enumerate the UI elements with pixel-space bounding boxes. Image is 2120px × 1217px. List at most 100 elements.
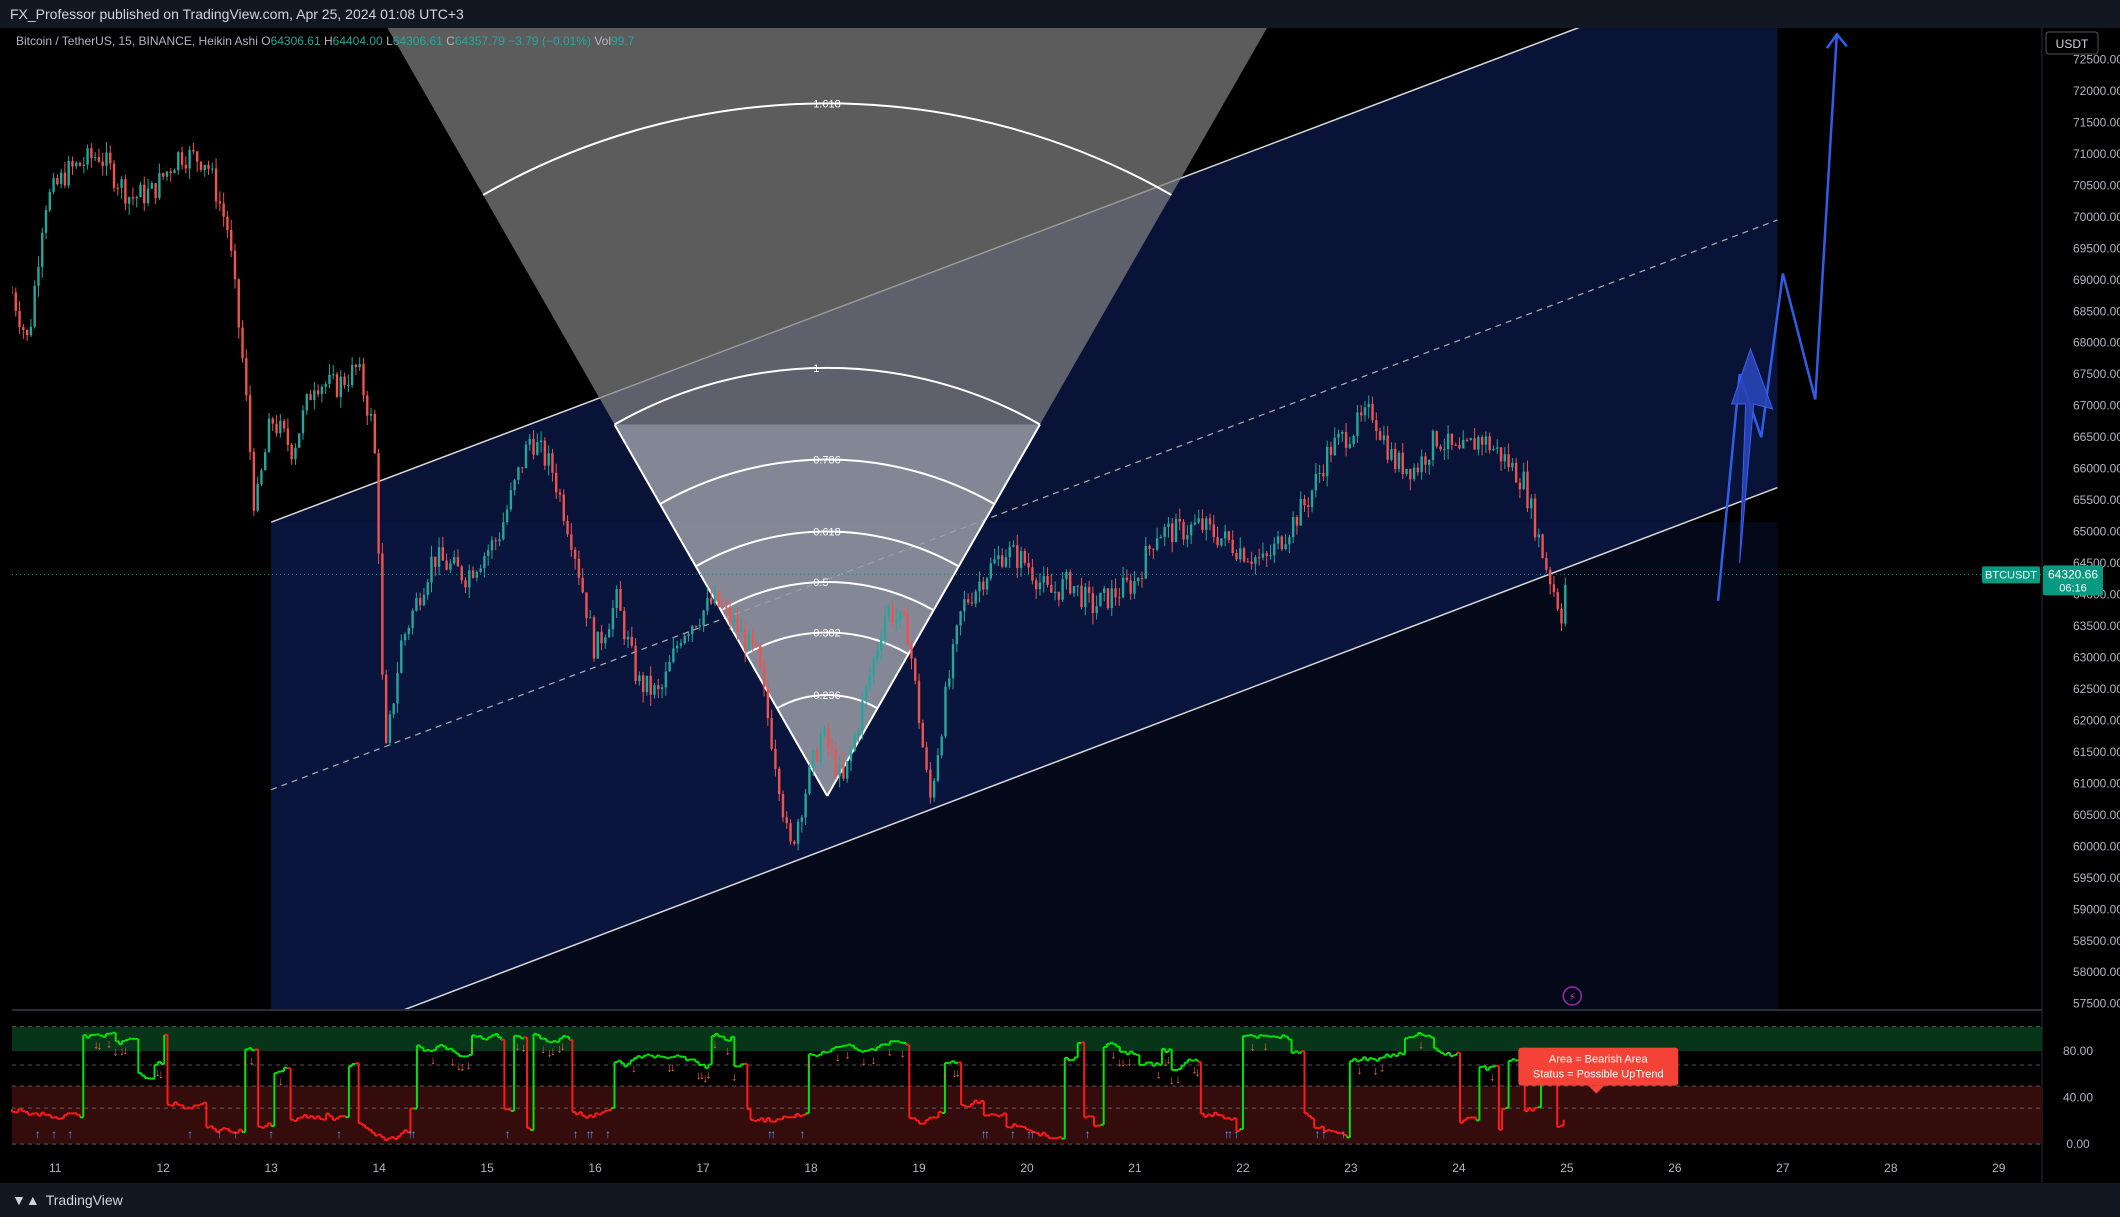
candle-body (1288, 537, 1291, 545)
candle-body (830, 747, 834, 750)
candle-body (1492, 448, 1495, 451)
rsi-sell-arrow-icon: ↓ (845, 1048, 851, 1062)
rsi-sell-arrow-icon: ↓ (731, 1069, 737, 1083)
candle-body (1484, 436, 1488, 445)
candle-body (513, 479, 516, 491)
candle-body (887, 606, 890, 617)
candle-body (505, 509, 509, 523)
price-axis-bg (2042, 28, 2120, 1010)
rsi-sell-arrow-icon: ↓ (955, 1065, 961, 1079)
candle-body (241, 327, 244, 359)
rsi-buy-arrow-icon: ↑ (67, 1127, 73, 1141)
price-tick-label: 61000.00 (2073, 776, 2120, 790)
candle-body (936, 755, 940, 781)
rsi-pane[interactable]: ↑ ↑ ↑↓↓ ↓↓ ↓↓↓↓↑ ↑ ↑↓ ↓↑↓↑ ↑↑↓ ↓ ↓↓ ↓↓↑↓ ↓ ↓ ↓↓ ↓↓↑ ↑↑ ↑↓… (11, 1026, 2093, 1152)
candle-body (1034, 580, 1038, 590)
candle-body (1537, 534, 1541, 538)
candle-body (282, 420, 286, 429)
candle-body (759, 645, 762, 668)
rsi-sell-arrow-icon: ↓ (900, 1046, 906, 1060)
candle-body (713, 591, 717, 604)
candle-body (33, 285, 36, 327)
rsi-sell-arrow-icon: ↓ (670, 1060, 676, 1074)
price-pane[interactable]: 0.236 0.382 0.5 0.618 0.786 1 1.618 ⚡ (11, 0, 2078, 1064)
rsi-buy-arrow-icon: ↑ (187, 1127, 193, 1141)
candle-body (388, 714, 392, 743)
time-tick-label: 19 (912, 1161, 926, 1175)
candle-body (275, 423, 278, 434)
candle-body (970, 602, 974, 604)
rsi-upper-zone (12, 1026, 2042, 1052)
candle-body (192, 149, 195, 152)
time-axis[interactable]: 11 12 13 14 15 16 17 18 19 20 21 22 23 24 25 26 27 28 29 (49, 1161, 2006, 1175)
candle-body (165, 171, 169, 177)
candle-body (264, 452, 267, 471)
candle-body (418, 598, 422, 606)
candle-body (1269, 555, 1272, 557)
candle-body (1155, 538, 1159, 550)
candle-body (592, 617, 596, 659)
candle-body (1027, 562, 1030, 568)
candle-body (570, 534, 573, 550)
time-tick-label: 18 (804, 1161, 818, 1175)
rsi-annotation-line1: Area = Bearish Area (1549, 1054, 1649, 1066)
time-tick-label: 23 (1344, 1161, 1358, 1175)
rsi-sell-arrow-icon: ↓ (705, 1068, 711, 1082)
rsi-sell-arrow-icon: ↓ (278, 1074, 284, 1088)
candle-body (286, 428, 290, 445)
candle-body (1522, 471, 1525, 490)
candle-body (63, 172, 67, 186)
candle-body (199, 161, 203, 170)
candle-body (857, 731, 860, 736)
price-tag-countdown: 06:16 (2059, 582, 2087, 594)
candle-body (59, 172, 63, 185)
time-tick-label: 27 (1776, 1161, 1790, 1175)
candle-body (1106, 588, 1110, 609)
candle-body (812, 750, 815, 767)
time-tick-label: 28 (1884, 1161, 1898, 1175)
candle-body (101, 161, 104, 166)
price-tick-label: 65000.00 (2073, 525, 2120, 539)
candle-body (725, 607, 728, 609)
candle-body (800, 817, 804, 822)
candle-body (1291, 517, 1295, 538)
candle-body (1371, 403, 1374, 421)
legend-close-label: C (446, 34, 455, 48)
candle-body (785, 817, 788, 824)
candle-body (1348, 444, 1352, 448)
candle-body (1439, 446, 1442, 450)
candle-body (653, 685, 656, 695)
candle-body (415, 598, 418, 611)
candle-body (139, 184, 142, 198)
rsi-sell-arrow-icon: ↓ (1165, 1052, 1171, 1066)
candle-body (706, 598, 709, 611)
rsi-sell-arrow-icon: ↓ (430, 1053, 436, 1067)
price-tick-label: 67500.00 (2073, 367, 2120, 381)
candle-body (944, 686, 947, 737)
candle-body (1560, 608, 1563, 624)
candle-body (25, 329, 29, 336)
candle-body (861, 700, 864, 732)
candle-body (445, 560, 448, 570)
rsi-sell-arrow-icon: ↓ (835, 1050, 841, 1064)
candle-body (18, 310, 21, 328)
candle-body (1545, 557, 1548, 570)
price-tick-label: 59000.00 (2073, 902, 2120, 916)
candle-body (267, 418, 271, 453)
candle-body (486, 550, 490, 556)
candle-body (615, 588, 618, 608)
fib-fan-level-label: 0.236 (813, 690, 841, 702)
candle-body (127, 197, 131, 204)
candle-body (169, 171, 172, 174)
candle-body (335, 374, 339, 397)
candle-body (1556, 592, 1559, 609)
candle-body (1409, 468, 1412, 480)
candle-body (925, 747, 928, 770)
candle-body (1046, 575, 1049, 585)
candle-body (1110, 588, 1113, 609)
price-tick-label: 60500.00 (2073, 808, 2120, 822)
candle-body (298, 433, 301, 448)
candle-body (52, 178, 55, 192)
candle-body (838, 763, 841, 777)
chart-canvas[interactable]: 0.236 0.382 0.5 0.618 0.786 1 1.618 ⚡ USDT 57500… (0, 0, 2120, 1217)
